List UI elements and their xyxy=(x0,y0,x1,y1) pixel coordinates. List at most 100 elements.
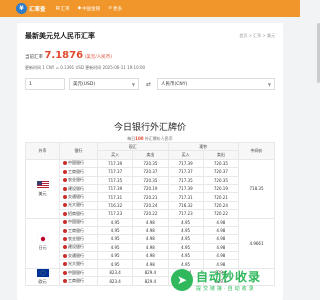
bank-icon xyxy=(63,253,67,258)
swap-icon[interactable]: ⇄ xyxy=(146,81,151,88)
cash-buy-cell: 717.39 xyxy=(167,183,204,194)
spot-sell-cell: 720.35 xyxy=(132,158,169,169)
cash-sell-cell: 4.98 xyxy=(202,234,240,244)
watermark-title: 自动秒收录 xyxy=(196,270,262,284)
cash-sell-cell: 720.35 xyxy=(202,175,240,185)
cash-sell-cell: 4.98 xyxy=(202,251,240,261)
mid-price-cell: 4.9661 xyxy=(238,217,275,269)
table-row: 工商银行 717.37 720.37 717.37 720.37 xyxy=(26,167,275,177)
cash-buy-cell: 4.95 xyxy=(167,225,204,236)
spot-sell-cell: 4.98 xyxy=(132,234,169,244)
nav-menu: ▤ 汇率 ◆ 中国金银 ≡ 更多 xyxy=(56,6,123,12)
bank-icon xyxy=(63,228,67,233)
bank-cell[interactable]: 中国银行 xyxy=(59,158,98,169)
bank-cell[interactable]: 工商银行 xyxy=(59,276,98,286)
logo-text: 汇率查 xyxy=(29,6,46,13)
chevron-down-icon: ▼ xyxy=(267,81,271,87)
currency-name: 美元 xyxy=(38,190,47,196)
spot-sell-cell: 720.24 xyxy=(132,200,169,211)
table-row: 交通银行 717.31 720.21 717.31 720.21 xyxy=(26,192,275,202)
cash-buy-cell: 717.35 xyxy=(167,175,204,185)
nav-item-rates[interactable]: ▤ 汇率 xyxy=(56,6,70,12)
col-cash-sell: 卖出 xyxy=(202,150,240,160)
spot-sell-cell: 829.4 xyxy=(132,267,169,278)
bank-cell[interactable]: 光大银行 xyxy=(59,259,98,269)
table-title: 今日银行外汇牌价 xyxy=(113,123,186,133)
cash-buy-cell: 4.95 xyxy=(167,242,204,253)
spot-buy-cell: 4.95 xyxy=(96,242,134,253)
spot-sell-cell: 720.21 xyxy=(132,192,169,202)
cash-sell-cell: 4.98 xyxy=(202,225,240,236)
cash-sell-cell: 720.19 xyxy=(202,183,240,194)
bank-cell[interactable]: 招商银行 xyxy=(59,209,98,219)
cash-buy-cell: 716.32 xyxy=(167,200,204,211)
bank-cell[interactable]: 中国银行 xyxy=(59,267,98,278)
bank-cell[interactable]: 农业银行 xyxy=(59,234,98,244)
bank-cell[interactable]: 交通银行 xyxy=(59,251,98,261)
amount-input[interactable]: 1 xyxy=(25,78,65,90)
table-row: 美元 中国银行 717.39 720.35 717.39 720.35 718.35 xyxy=(25,158,275,219)
spot-buy-cell: 717.23 xyxy=(96,209,134,219)
bank-cell[interactable]: 中国银行 xyxy=(59,217,98,227)
cash-sell-cell: 720.21 xyxy=(202,192,240,202)
table-row: 农业银行 717.35 720.35 717.35 720.35 xyxy=(26,175,275,185)
cash-sell-cell: 720.24 xyxy=(202,200,240,211)
bank-icon xyxy=(63,270,67,275)
bank-icon xyxy=(63,279,67,284)
col-spot: 现汇 xyxy=(97,141,169,152)
currency-cell[interactable]: 美元 xyxy=(25,158,60,219)
bank-icon xyxy=(63,169,67,174)
bank-cell[interactable]: 工商银行 xyxy=(59,225,98,236)
bank-cell[interactable]: 工商银行 xyxy=(59,167,98,177)
bank-icon xyxy=(63,186,67,191)
table-header: 今日银行外汇牌价 每日100 外汇牌价人民币 xyxy=(17,120,283,142)
cash-buy-cell: 4.95 xyxy=(167,251,204,261)
table-row: 建设银行 717.39 720.19 717.39 720.19 xyxy=(26,183,275,194)
spot-buy-cell: 717.35 xyxy=(96,175,134,185)
spot-buy-cell: 717.39 xyxy=(96,183,134,194)
cash-buy-cell: 717.37 xyxy=(167,167,204,177)
table-row: 建设银行 4.95 4.98 4.95 4.98 xyxy=(26,242,275,253)
bank-cell[interactable]: 建设银行 xyxy=(59,242,98,253)
rocket-icon: ➤ xyxy=(171,269,193,291)
bank-icon xyxy=(63,203,67,208)
menu-icon: ≡ xyxy=(108,6,113,11)
spot-sell-cell: 4.98 xyxy=(132,251,169,261)
table-row: 日元 中国银行 4.95 4.98 4.95 4.98 4.9661 xyxy=(25,217,275,269)
nav-item-more[interactable]: ≡ 更多 xyxy=(108,6,122,12)
spot-sell-cell: 4.98 xyxy=(132,259,169,269)
logo[interactable]: ¥ 汇率查 xyxy=(16,3,46,14)
cash-buy-cell: 4.95 xyxy=(167,234,204,244)
spot-sell-cell: 4.98 xyxy=(132,225,169,236)
spot-buy-cell: 716.32 xyxy=(96,200,134,211)
bank-cell[interactable]: 光大银行 xyxy=(59,200,98,211)
cash-buy-cell: 717.31 xyxy=(167,192,204,202)
top-nav: ¥ 汇率查 ▤ 汇率 ◆ 中国金银 ≡ 更多 xyxy=(0,0,300,17)
spot-sell-cell: 720.35 xyxy=(132,175,169,185)
bank-icon xyxy=(63,262,67,267)
bank-cell[interactable]: 交通银行 xyxy=(59,192,98,202)
nav-item-gold[interactable]: ◆ 中国金银 xyxy=(78,6,100,12)
currency-cell[interactable]: 日元 xyxy=(25,217,60,269)
spot-buy-cell: 4.95 xyxy=(96,251,134,261)
watermark: ➤ 自动秒收录 提交链接·自动收录 xyxy=(171,268,261,292)
spot-sell-cell: 720.37 xyxy=(132,167,169,177)
rate-display: 当前汇率 7.1876 (美元/人民币) xyxy=(25,50,112,61)
currency-cell[interactable]: 欧元 xyxy=(25,267,60,286)
spot-sell-cell: 829.4 xyxy=(132,276,169,286)
gold-icon: ◆ xyxy=(77,6,82,11)
breadcrumb[interactable]: 首页 > 汇率 > 美元 xyxy=(239,33,275,39)
bank-cell[interactable]: 建设银行 xyxy=(59,183,98,194)
cash-sell-cell: 720.22 xyxy=(202,209,240,219)
spot-buy-cell: 4.95 xyxy=(96,225,134,236)
to-currency-select[interactable]: 人民币(CNY) ▼ xyxy=(157,78,275,90)
rates-table: 外币 银行 现汇 现钞 中间价 买入 卖出 买入 卖出 美元 中国银行 717.39… xyxy=(25,141,275,286)
spot-sell-cell: 4.98 xyxy=(132,242,169,253)
from-currency-select[interactable]: 美元(USD) ▼ xyxy=(69,78,139,90)
table-row: 光大银行 716.32 720.24 716.32 720.24 xyxy=(26,200,275,211)
spot-buy-cell: 717.37 xyxy=(96,167,134,177)
bank-icon xyxy=(63,236,67,241)
bank-cell[interactable]: 农业银行 xyxy=(59,175,98,185)
bank-icon xyxy=(63,211,67,216)
rates-table-body: 美元 中国银行 717.39 720.35 717.39 720.35 718.35 工商银行… xyxy=(25,158,275,286)
